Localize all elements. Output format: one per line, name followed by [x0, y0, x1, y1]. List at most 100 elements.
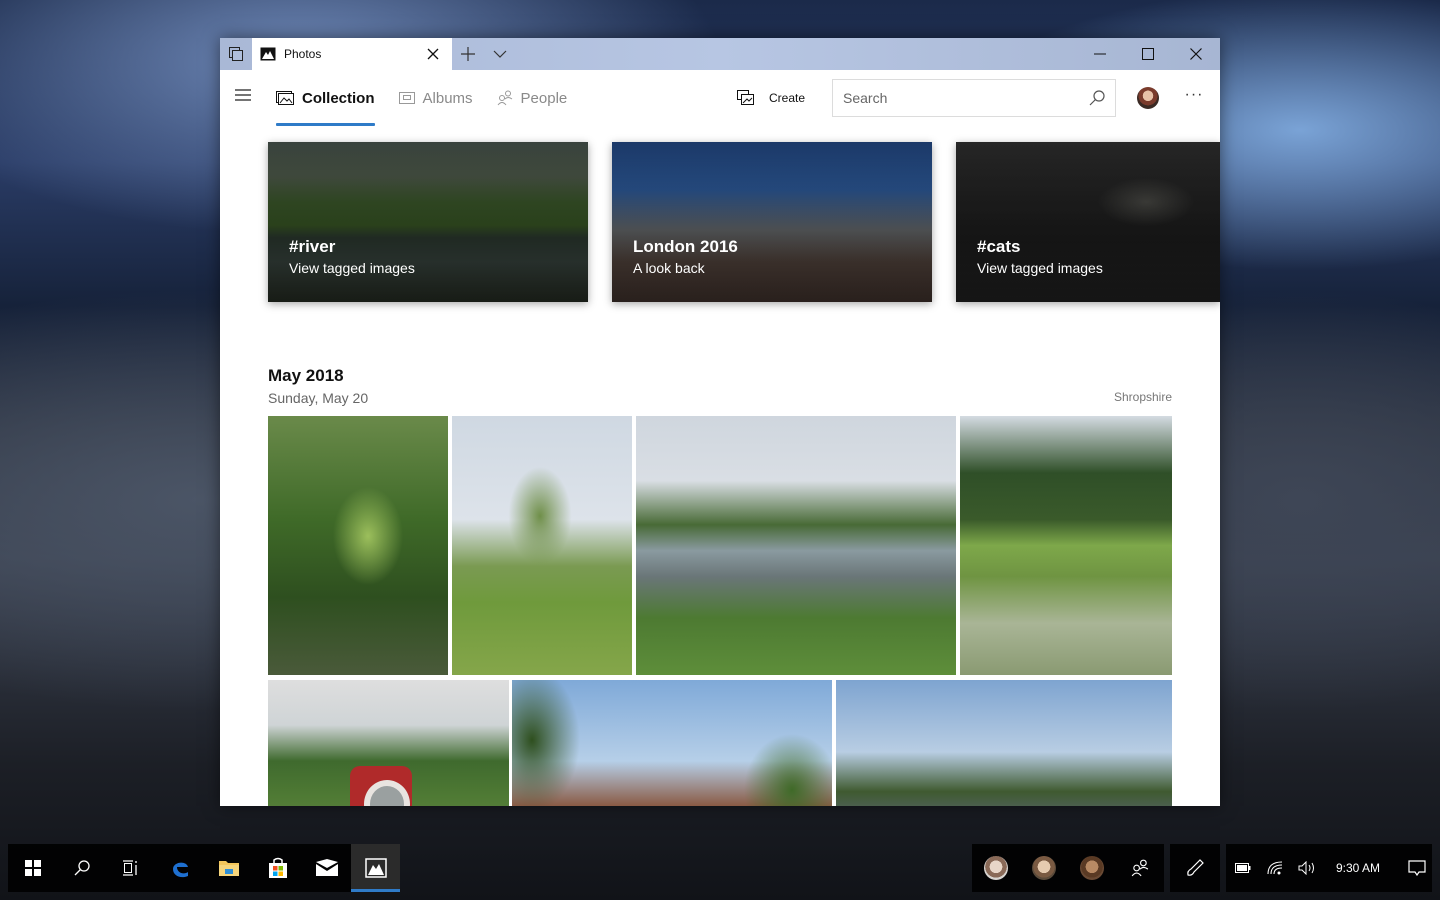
- account-avatar[interactable]: [1137, 87, 1159, 109]
- photo-thumbnail[interactable]: [836, 680, 1172, 806]
- card-subtitle: A look back: [633, 260, 705, 276]
- collection-icon: [276, 91, 294, 105]
- card-shade: [956, 142, 1220, 302]
- card-subtitle: View tagged images: [289, 260, 415, 276]
- photos-taskbar-button[interactable]: [351, 844, 400, 892]
- tab-albums[interactable]: Albums: [398, 70, 473, 126]
- store-button[interactable]: [253, 844, 302, 892]
- app-bar: Collection Albums People Create ···: [220, 70, 1220, 126]
- tab-collection-label: Collection: [302, 89, 375, 107]
- photos-app-icon: [260, 47, 276, 61]
- lifebuoy-sign: [350, 766, 412, 806]
- close-icon: [427, 48, 439, 60]
- task-view-button[interactable]: [220, 38, 252, 70]
- card-title: London 2016: [633, 237, 738, 256]
- photo-thumbnail[interactable]: [268, 416, 448, 675]
- featured-card-cats[interactable]: #cats View tagged images: [956, 142, 1220, 302]
- collection-content[interactable]: #river View tagged images London 2016 A …: [220, 126, 1220, 806]
- more-options-button[interactable]: ···: [1182, 86, 1206, 110]
- create-button[interactable]: Create: [737, 84, 805, 112]
- main-nav: Collection Albums People: [276, 70, 567, 126]
- card-title: #river: [289, 237, 336, 256]
- people-icon: [1131, 859, 1149, 877]
- photos-icon: [364, 858, 387, 878]
- windows-start-icon: [24, 860, 41, 876]
- tab-list-button[interactable]: [484, 38, 516, 70]
- photo-thumbnail[interactable]: [452, 416, 632, 675]
- contact-avatar: [984, 856, 1008, 880]
- search-input[interactable]: [843, 90, 1089, 106]
- close-icon: [1190, 48, 1202, 60]
- photo-thumbnail[interactable]: [268, 680, 509, 806]
- section-month-heading: May 2018: [268, 366, 344, 385]
- battery-button[interactable]: [1232, 844, 1254, 892]
- wifi-icon: [1267, 861, 1283, 875]
- minimize-button[interactable]: [1076, 38, 1124, 70]
- store-icon: [268, 857, 287, 878]
- battery-icon: [1235, 863, 1251, 873]
- close-tab-button[interactable]: [422, 43, 444, 65]
- action-center-button[interactable]: [1406, 844, 1428, 892]
- pinned-contact[interactable]: [972, 844, 1020, 892]
- plus-icon: [461, 47, 475, 61]
- search-box[interactable]: [832, 79, 1116, 117]
- pinned-contact[interactable]: [1020, 844, 1068, 892]
- card-shade: [612, 142, 932, 302]
- tab-people[interactable]: People: [497, 70, 568, 126]
- section-date: Sunday, May 20: [268, 390, 369, 406]
- chevron-down-icon: [493, 50, 507, 58]
- card-title: #cats: [977, 237, 1021, 256]
- contact-avatar: [1032, 856, 1056, 880]
- new-tab-button[interactable]: [452, 38, 484, 70]
- taskbar-search-button[interactable]: [57, 844, 106, 892]
- people-icon: [497, 90, 512, 106]
- volume-button[interactable]: [1296, 844, 1318, 892]
- taskbar-people: [972, 844, 1164, 892]
- people-button[interactable]: [1116, 844, 1164, 892]
- contact-avatar: [1080, 856, 1104, 880]
- taskbar-apps: [8, 844, 400, 892]
- notifications-icon: [1408, 860, 1426, 876]
- card-shade: [268, 142, 588, 302]
- tab-photos[interactable]: Photos: [252, 38, 452, 70]
- maximize-button[interactable]: [1124, 38, 1172, 70]
- mail-button[interactable]: [302, 844, 351, 892]
- photos-window: Photos Collection Albums People Create S…: [220, 38, 1220, 806]
- sets-icon: [229, 47, 243, 61]
- task-view-icon: [122, 860, 137, 876]
- tab-collection[interactable]: Collection: [276, 70, 375, 126]
- pinned-contact[interactable]: [1068, 844, 1116, 892]
- photo-thumbnail[interactable]: [512, 680, 832, 806]
- file-explorer-button[interactable]: [204, 844, 253, 892]
- network-button[interactable]: [1264, 844, 1286, 892]
- task-view-button[interactable]: [106, 844, 155, 892]
- search-icon[interactable]: [1089, 90, 1105, 106]
- featured-card-london[interactable]: London 2016 A look back: [612, 142, 932, 302]
- tab-albums-label: Albums: [422, 89, 473, 107]
- hamburger-menu-button[interactable]: [234, 88, 252, 106]
- title-bar[interactable]: Photos: [220, 38, 1220, 70]
- tab-title: Photos: [284, 47, 322, 61]
- clock[interactable]: 9:30 AM: [1328, 861, 1388, 875]
- photo-thumbnail[interactable]: [960, 416, 1172, 675]
- section-location: Shropshire: [1113, 390, 1172, 404]
- minimize-icon: [1094, 53, 1106, 55]
- edge-browser-icon: [172, 862, 188, 878]
- edge-button[interactable]: [155, 844, 204, 892]
- create-icon: [737, 90, 754, 105]
- close-window-button[interactable]: [1172, 38, 1220, 70]
- volume-icon: [1298, 861, 1314, 875]
- mail-icon: [315, 859, 338, 876]
- card-subtitle: View tagged images: [977, 260, 1103, 276]
- folder-icon: [218, 861, 239, 876]
- photo-thumbnail[interactable]: [636, 416, 956, 675]
- search-icon: [74, 860, 90, 876]
- tab-people-label: People: [520, 89, 568, 107]
- system-tray: 9:30 AM: [1226, 844, 1432, 892]
- windows-ink-button[interactable]: [1170, 844, 1220, 892]
- hamburger-icon: [235, 89, 251, 101]
- featured-card-river[interactable]: #river View tagged images: [268, 142, 588, 302]
- start-button[interactable]: [8, 844, 57, 892]
- create-label: Create: [769, 91, 806, 105]
- pen-icon: [1187, 859, 1204, 876]
